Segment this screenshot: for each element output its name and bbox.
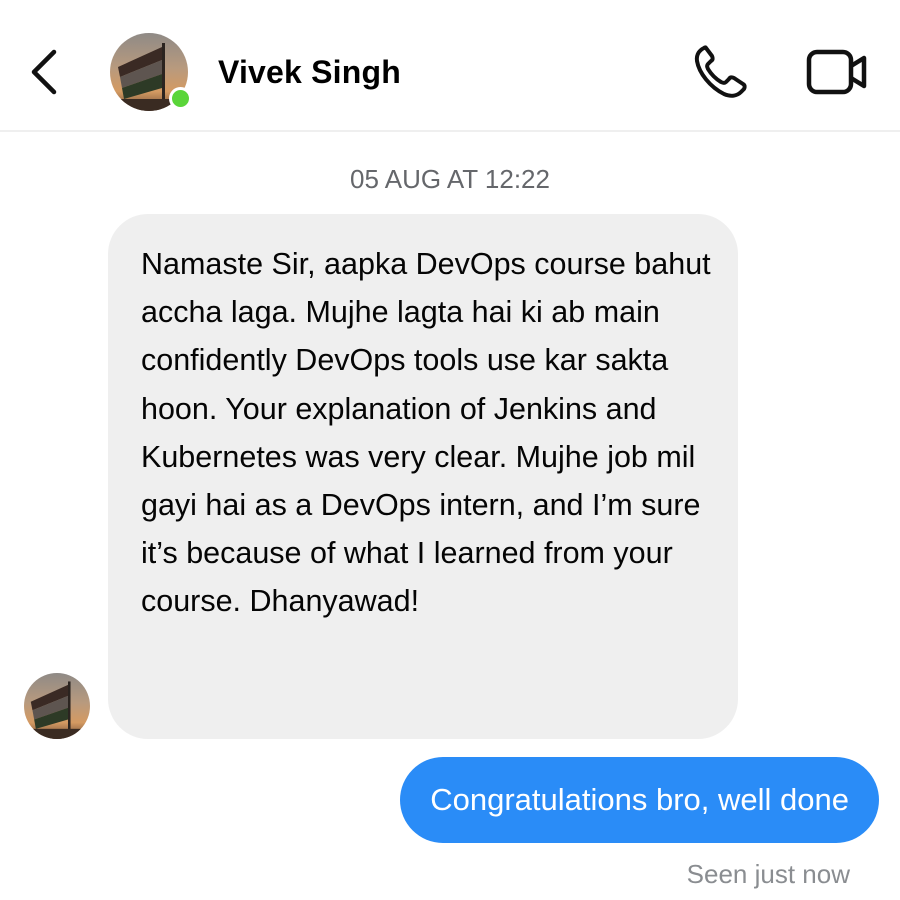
video-camera-icon [806, 49, 867, 95]
contact-avatar[interactable] [110, 33, 192, 111]
chat-header: Vivek Singh [0, 0, 900, 132]
phone-icon [694, 45, 747, 98]
chevron-left-icon [31, 49, 57, 95]
contact-name[interactable]: Vivek Singh [218, 52, 401, 92]
outgoing-message-bubble[interactable]: Congratulations bro, well done [400, 757, 879, 843]
voice-call-button[interactable] [690, 42, 752, 102]
online-status-dot [169, 87, 192, 110]
message-timestamp: 05 AUG AT 12:22 [350, 164, 550, 194]
video-call-button[interactable] [804, 46, 870, 98]
sender-avatar[interactable] [24, 673, 90, 739]
incoming-message-bubble[interactable]: Namaste Sir, aapka DevOps course bahut a… [108, 214, 738, 739]
seen-status: Seen just now [686, 859, 850, 889]
back-button[interactable] [22, 40, 66, 104]
